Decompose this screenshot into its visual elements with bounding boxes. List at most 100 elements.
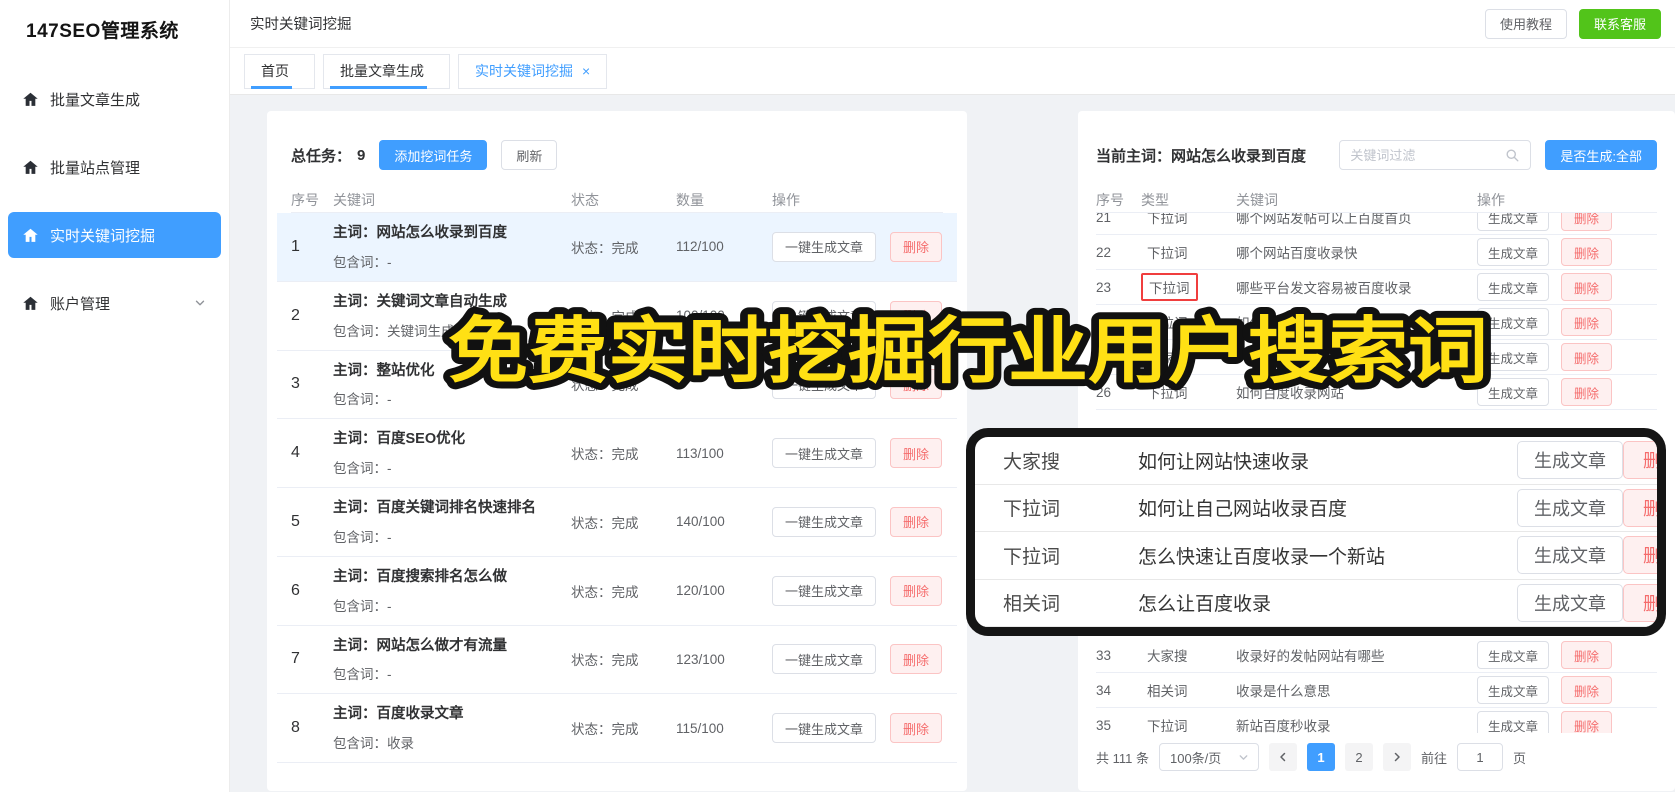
mined-keyword: 收录是什么意思 — [1236, 684, 1331, 699]
table-row[interactable]: 3 主词：整站优化 包含词：- 状态：完成 一键生成文章 删除 — [277, 351, 957, 420]
generate-articles-button[interactable]: 一键生成文章 — [772, 438, 877, 469]
sidebar-item[interactable]: 实时关键词挖掘 — [8, 212, 221, 258]
sidebar-item[interactable]: 账户管理 — [8, 280, 221, 326]
task-keyword: 主词：百度搜索排名怎么做 — [333, 568, 507, 585]
generate-article-button: 生成文章 — [1517, 536, 1623, 575]
table-row[interactable]: 2 主词：关键词文章自动生成 包含词：关键词生成 状态：完成 100/100 一… — [277, 282, 957, 351]
home-icon — [23, 160, 38, 174]
column-header-no: 序号 — [291, 191, 319, 208]
generate-article-button: 生成文章 — [1517, 488, 1623, 527]
generate-articles-button[interactable]: 一键生成文章 — [772, 575, 877, 606]
table-row: 22 下拉词 哪个网站百度收录快 生成文章 删除 — [1096, 235, 1657, 270]
row-number: 1 — [291, 237, 300, 255]
add-task-button[interactable]: 添加挖词任务 — [379, 140, 488, 170]
sidebar-item[interactable]: 批量站点管理 — [8, 144, 221, 190]
keywords-toolbar: 当前主词：网站怎么收录到百度 是否生成:全部 — [1096, 139, 1657, 171]
table-row[interactable]: 1 主词：网站怎么收录到百度 包含词：- 状态：完成 112/100 一键生成文… — [277, 213, 957, 282]
task-count: 115/100 — [676, 720, 724, 736]
task-status: 状态：完成 — [571, 447, 639, 463]
sidebar: 147SEO管理系统 批量文章生成 批量站点管理 实时关键词挖掘 账户管理 — [0, 0, 230, 792]
delete-button[interactable]: 删除 — [1561, 343, 1613, 371]
generate-article-button: 生成文章 — [1517, 583, 1623, 622]
task-keyword: 主词：网站怎么收录到百度 — [333, 225, 507, 241]
table-row: 25 大家搜 生成文章 删除 — [1096, 340, 1657, 375]
generate-article-button[interactable]: 生成文章 — [1477, 238, 1550, 266]
zoom-inset-row: 大家搜 如何让网站快速收录 生成文章 删除 — [975, 437, 1657, 485]
row-number: 7 — [291, 650, 300, 668]
mined-keyword: 怎么让百度收录 — [1138, 594, 1272, 616]
table-row[interactable]: 4 主词：百度SEO优化 包含词：- 状态：完成 113/100 一键生成文章 … — [277, 419, 957, 488]
keyword-filter-input[interactable] — [1350, 147, 1506, 163]
tab[interactable]: 实时关键词挖掘 × — [458, 53, 608, 89]
row-number: 35 — [1096, 717, 1112, 733]
delete-button[interactable]: 删除 — [890, 506, 943, 537]
delete-button[interactable]: 删除 — [890, 300, 943, 331]
generate-article-button[interactable]: 生成文章 — [1477, 711, 1550, 733]
mined-keyword: 如何让自己网站收录百度 — [1138, 499, 1348, 521]
delete-button[interactable]: 删除 — [890, 438, 943, 469]
generate-article-button[interactable]: 生成文章 — [1477, 308, 1550, 336]
generate-article-button[interactable]: 生成文章 — [1477, 641, 1550, 669]
generate-filter-button[interactable]: 是否生成:全部 — [1545, 140, 1657, 170]
table-row[interactable]: 7 主词：网站怎么做才有流量 包含词：- 状态：完成 123/100 一键生成文… — [277, 626, 957, 695]
generate-articles-button[interactable]: 一键生成文章 — [772, 644, 877, 675]
page-number-button[interactable]: 2 — [1344, 743, 1373, 771]
delete-button[interactable]: 删除 — [1561, 238, 1613, 266]
sidebar-item[interactable]: 批量文章生成 — [8, 76, 221, 122]
row-number: 22 — [1096, 244, 1112, 260]
delete-button[interactable]: 删除 — [1561, 273, 1613, 301]
generate-article-button[interactable]: 生成文章 — [1477, 676, 1550, 704]
delete-button[interactable]: 删除 — [1561, 641, 1613, 669]
zoom-inset-row: 下拉词 怎么快速让百度收录一个新站 生成文章 删除 — [975, 532, 1657, 580]
close-icon[interactable]: × — [582, 64, 590, 78]
task-include-words: 包含词：- — [333, 598, 392, 614]
delete-button[interactable]: 删除 — [890, 713, 943, 744]
generate-articles-button[interactable]: 一键生成文章 — [772, 506, 877, 537]
generate-article-button[interactable]: 生成文章 — [1477, 378, 1550, 406]
help-button[interactable]: 使用教程 — [1484, 8, 1567, 39]
generate-article-button[interactable]: 生成文章 — [1477, 343, 1550, 371]
row-number: 26 — [1096, 384, 1112, 400]
next-page-button[interactable] — [1382, 743, 1411, 771]
generate-articles-button[interactable]: 一键生成文章 — [772, 300, 877, 331]
app-root: 147SEO管理系统 批量文章生成 批量站点管理 实时关键词挖掘 账户管理 实时… — [0, 0, 1675, 792]
refresh-button[interactable]: 刷新 — [501, 140, 558, 170]
keyword-type: 相关词 — [1147, 684, 1188, 699]
delete-button[interactable]: 删除 — [1561, 676, 1613, 704]
chevron-down-icon — [1239, 754, 1248, 760]
generate-articles-button[interactable]: 一键生成文章 — [772, 713, 877, 744]
generate-articles-button[interactable]: 一键生成文章 — [772, 231, 877, 262]
task-keyword: 主词：百度收录文章 — [333, 706, 464, 723]
delete-button[interactable]: 删除 — [1561, 378, 1613, 406]
delete-button[interactable]: 删除 — [890, 644, 943, 675]
delete-button[interactable]: 删除 — [890, 575, 943, 606]
row-number: 8 — [291, 719, 300, 737]
delete-button[interactable]: 删除 — [890, 369, 943, 400]
delete-button[interactable]: 删除 — [1561, 213, 1613, 231]
delete-button[interactable]: 删除 — [890, 231, 943, 262]
generate-article-button[interactable]: 生成文章 — [1477, 273, 1550, 301]
page-number-button[interactable]: 1 — [1306, 743, 1335, 771]
table-row: 34 相关词 收录是什么意思 生成文章 删除 — [1096, 673, 1657, 708]
table-row[interactable]: 6 主词：百度搜索排名怎么做 包含词：- 状态：完成 120/100 一键生成文… — [277, 557, 957, 626]
table-row[interactable]: 5 主词：百度关键词排名快速排名 包含词：- 状态：完成 140/100 一键生… — [277, 488, 957, 557]
page-size-select[interactable]: 100条/页 — [1158, 743, 1259, 771]
tab[interactable]: 首页 — [244, 53, 315, 89]
delete-button[interactable]: 删除 — [1561, 308, 1613, 336]
tab[interactable]: 批量文章生成 — [323, 53, 450, 89]
row-number: 2 — [291, 306, 300, 324]
task-include-words: 包含词：收录 — [333, 736, 414, 751]
keyword-type: 大家搜 — [1147, 351, 1188, 366]
total-tasks-count: 9 — [357, 146, 366, 164]
sidebar-item-label: 账户管理 — [50, 295, 111, 313]
table-row[interactable]: 8 主词：百度收录文章 包含词：收录 状态：完成 115/100 一键生成文章 … — [277, 694, 957, 763]
chevron-right-icon — [1394, 752, 1400, 762]
contact-support-button[interactable]: 联系客服 — [1578, 8, 1661, 39]
generate-article-button[interactable]: 生成文章 — [1477, 213, 1550, 231]
goto-page-input[interactable] — [1457, 743, 1503, 771]
prev-page-button[interactable] — [1268, 743, 1297, 771]
generate-articles-button[interactable]: 一键生成文章 — [772, 369, 877, 400]
tab-label: 实时关键词挖掘 — [475, 63, 573, 79]
task-keyword: 主词：百度SEO优化 — [333, 431, 466, 448]
delete-button[interactable]: 删除 — [1561, 711, 1613, 733]
